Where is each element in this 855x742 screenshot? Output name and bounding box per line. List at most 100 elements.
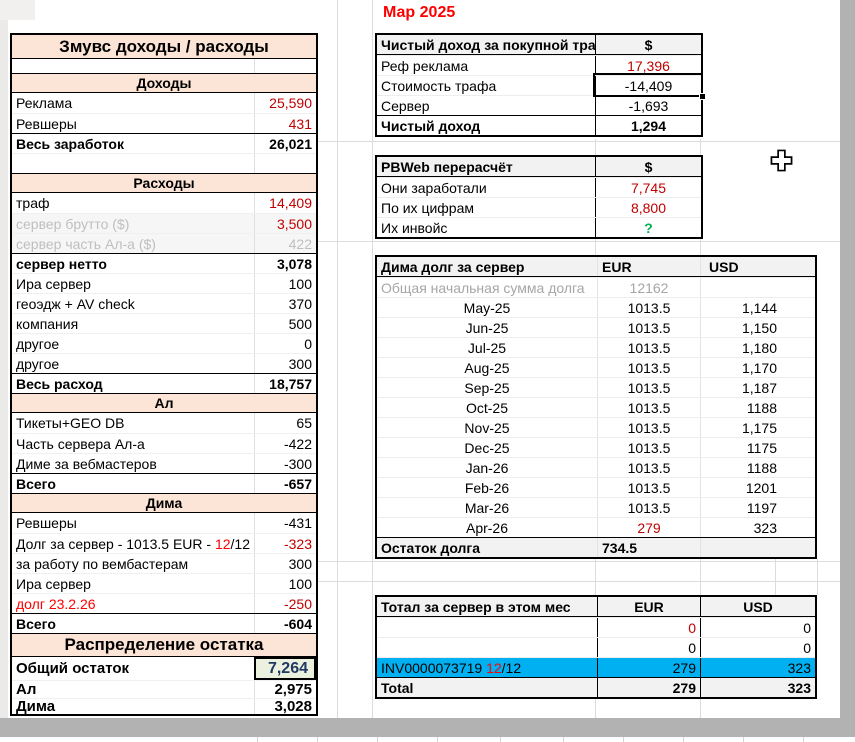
table-row-total[interactable]: Всего-657 <box>12 473 316 493</box>
table-row[interactable]: долг 23.2.26-250 <box>12 593 316 613</box>
table-row[interactable]: другое300 <box>12 353 316 373</box>
cell-label[interactable]: Ревшеры <box>12 116 254 132</box>
table-row[interactable]: за работу по вембастерам300 <box>12 553 316 573</box>
fill-handle[interactable] <box>699 93 706 100</box>
cell-usd[interactable]: 1,187 <box>700 378 815 397</box>
cell-eur[interactable]: 1013.5 <box>597 458 700 477</box>
cell-label[interactable]: Весь расход <box>12 376 254 392</box>
cell-label[interactable]: сервер брутто ($) <box>12 216 254 232</box>
table-row[interactable]: Их инвойс? <box>377 217 701 237</box>
cell-label[interactable]: Реклама <box>12 95 254 111</box>
cell-value[interactable]: -657 <box>254 474 316 493</box>
empty-row[interactable] <box>12 59 316 73</box>
cell-value[interactable]: -323 <box>254 534 316 553</box>
table-row-month[interactable]: Apr-26279323 <box>377 517 815 537</box>
cell-value[interactable]: 3,078 <box>254 254 316 273</box>
table-row[interactable]: 00 <box>377 637 815 657</box>
header-usd[interactable]: USD <box>700 597 815 616</box>
cell-label[interactable]: Сервер <box>377 98 595 114</box>
header-eur[interactable]: EUR <box>597 597 700 616</box>
table-row[interactable]: Сервер-1,693 <box>377 95 701 115</box>
table-row-month[interactable]: Oct-251013.51188 <box>377 397 815 417</box>
header-label[interactable]: Дима долг за сервер <box>377 259 597 275</box>
cell-usd[interactable]: 1,180 <box>700 338 815 357</box>
table-row[interactable]: Ревшеры-431 <box>12 513 316 533</box>
table-row[interactable]: Ира сервер100 <box>12 273 316 293</box>
cell-month[interactable]: Nov-25 <box>377 420 597 436</box>
cell-eur[interactable]: 1013.5 <box>597 498 700 517</box>
cell-label[interactable]: Они заработали <box>377 180 595 196</box>
cell-eur[interactable]: 1013.5 <box>597 378 700 397</box>
cell-month[interactable]: Dec-25 <box>377 440 597 456</box>
cell-value[interactable]: 65 <box>254 413 316 433</box>
cell-usd[interactable]: 0 <box>700 618 815 637</box>
cell-month[interactable]: Apr-26 <box>377 520 597 536</box>
cell-usd[interactable]: 1,170 <box>700 358 815 377</box>
cell-usd[interactable]: 323 <box>700 678 815 697</box>
table-header-row[interactable]: Чистый доход за покупной траф$ <box>377 35 701 55</box>
cell-label[interactable]: Всего <box>12 616 254 632</box>
table-row[interactable]: 00 <box>377 617 815 637</box>
cell-usd[interactable]: 1,175 <box>700 418 815 437</box>
section-header-dima[interactable]: Дима <box>12 493 316 513</box>
table-row[interactable]: другое0 <box>12 333 316 353</box>
table-row[interactable]: Ира сервер100 <box>12 573 316 593</box>
table-row[interactable]: Они заработали7,745 <box>377 177 701 197</box>
cell-label[interactable]: Тикеты+GEO DB <box>12 415 254 431</box>
table-row-total[interactable]: Чистый доход1,294 <box>377 115 701 135</box>
cell-label[interactable]: Их инвойс <box>377 220 595 236</box>
cell-month[interactable]: Jul-25 <box>377 340 597 356</box>
table-row-total-balance[interactable]: Общий остаток7,264 <box>12 657 316 680</box>
cell-label[interactable]: другое <box>12 356 254 372</box>
cell-eur[interactable]: 279 <box>597 678 700 697</box>
section-header-distribution[interactable]: Распределение остатка <box>12 633 316 657</box>
empty-row[interactable] <box>12 153 316 173</box>
total-balance-cell[interactable]: 7,264 <box>254 657 316 680</box>
section-header-income[interactable]: Доходы <box>12 73 316 93</box>
header-label[interactable]: PBWeb перерасчёт <box>377 159 595 175</box>
cell-label[interactable]: сервер часть Ал-а ($) <box>12 236 254 252</box>
cell-label[interactable]: Чистый доход <box>377 118 595 134</box>
cell-month[interactable]: Aug-25 <box>377 360 597 376</box>
header-currency[interactable]: $ <box>595 35 701 54</box>
cell-label[interactable]: Ира сервер <box>12 276 254 292</box>
cell-month[interactable]: Feb-26 <box>377 480 597 496</box>
table-row-month[interactable]: Aug-251013.51,170 <box>377 357 815 377</box>
cell-value[interactable]: 500 <box>254 314 316 333</box>
cell-month[interactable]: Jan-26 <box>377 460 597 476</box>
cell-eur[interactable]: 1013.5 <box>597 418 700 437</box>
cell-value[interactable]: -604 <box>254 614 316 633</box>
cell-usd[interactable]: 0 <box>700 638 815 657</box>
month-title-cell[interactable]: Мар 2025 <box>383 4 455 22</box>
table-row[interactable]: сервер брутто ($)3,500 <box>12 213 316 233</box>
table-row-month[interactable]: May-251013.51,144 <box>377 297 815 317</box>
active-cell-selection-border[interactable] <box>593 73 703 97</box>
cell-usd[interactable]: 1201 <box>700 478 815 497</box>
cell-label[interactable]: траф <box>12 195 254 211</box>
cell-label[interactable]: Стоимость трафа <box>377 78 595 94</box>
cell-usd[interactable]: 323 <box>700 518 815 537</box>
cell-label[interactable]: Диме за вебмастеров <box>12 456 254 472</box>
cell-label[interactable]: долг 23.2.26 <box>12 596 254 612</box>
cell-usd[interactable]: 1,144 <box>700 298 815 317</box>
cell-eur[interactable]: 1013.5 <box>597 478 700 497</box>
cell-month[interactable]: Oct-25 <box>377 400 597 416</box>
cell-eur[interactable]: 1013.5 <box>597 398 700 417</box>
cell-label[interactable]: Реф реклама <box>377 58 595 74</box>
cell-label[interactable]: Общая начальная сумма долга <box>377 280 597 296</box>
table-row[interactable]: траф14,409 <box>12 193 316 213</box>
cell-value[interactable]: 25,590 <box>254 93 316 113</box>
cell-value[interactable]: 100 <box>254 274 316 293</box>
cell-usd[interactable] <box>700 278 815 297</box>
cell-label[interactable]: Ревшеры <box>12 515 254 531</box>
cell-label[interactable]: Весь заработок <box>12 136 254 152</box>
cell-month[interactable]: Sep-25 <box>377 380 597 396</box>
cell-usd[interactable]: 1188 <box>700 458 815 477</box>
cell-eur[interactable]: 1013.5 <box>597 358 700 377</box>
table-row-total[interactable]: Весь заработок26,021 <box>12 133 316 153</box>
cell-month[interactable]: Mar-26 <box>377 500 597 516</box>
cell-value[interactable]: 100 <box>254 574 316 593</box>
cell-label[interactable]: компания <box>12 316 254 332</box>
table-row[interactable]: сервер часть Ал-а ($)422 <box>12 233 316 253</box>
cell-value[interactable]: 3,028 <box>254 699 316 714</box>
